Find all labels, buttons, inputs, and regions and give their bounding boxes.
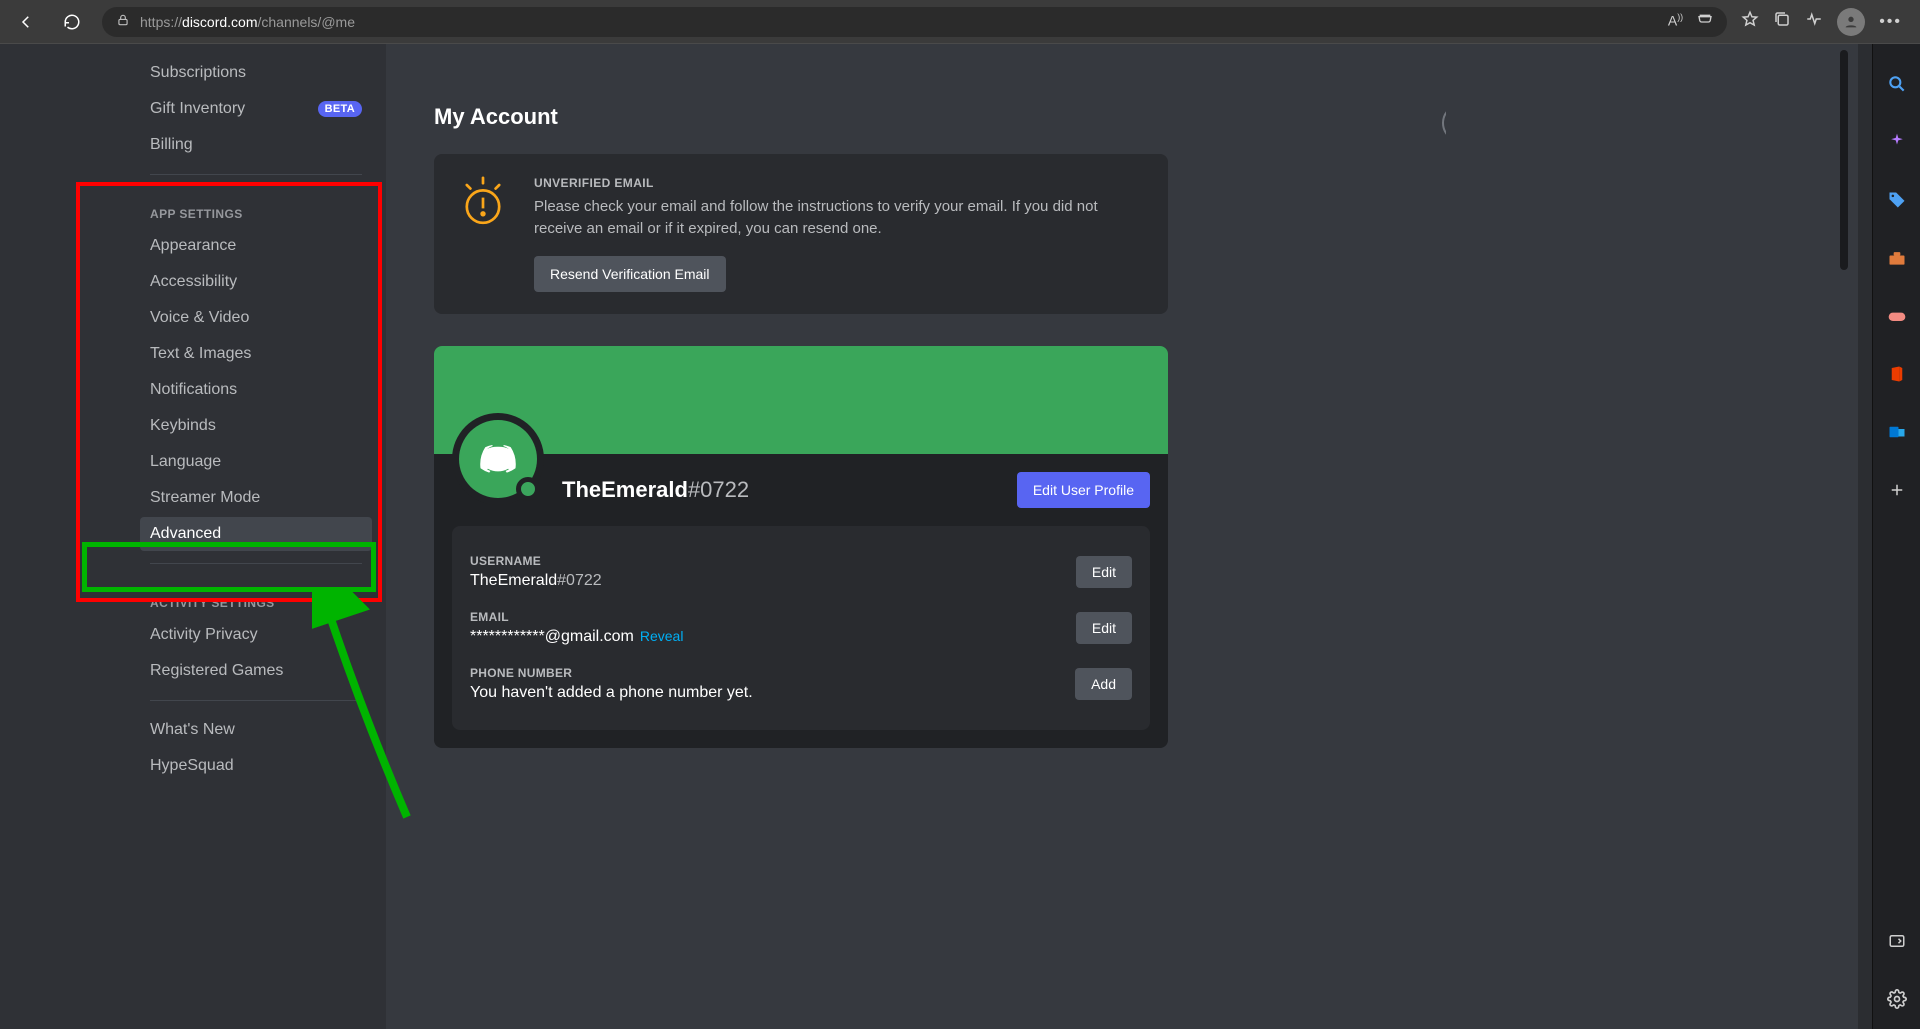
tag-icon[interactable] xyxy=(1881,184,1913,216)
field-phone: PHONE NUMBER You haven't added a phone n… xyxy=(470,656,1132,712)
field-email: EMAIL ************@gmail.comReveal Edit xyxy=(470,600,1132,656)
sidebar-header-app-settings: APP SETTINGS xyxy=(140,187,372,227)
sidebar-item-activity-privacy[interactable]: Activity Privacy xyxy=(140,618,372,652)
office-icon[interactable] xyxy=(1881,358,1913,390)
sidebar-item-notifications[interactable]: Notifications xyxy=(140,373,372,407)
window-scrollbar[interactable] xyxy=(1858,44,1872,1029)
lock-icon xyxy=(116,13,130,30)
close-settings-button[interactable]: ESC xyxy=(1246,104,1446,163)
edit-email-button[interactable]: Edit xyxy=(1076,612,1132,644)
panel-toggle-icon[interactable] xyxy=(1881,925,1913,957)
sidebar-item-language[interactable]: Language xyxy=(140,445,372,479)
username-value: TheEmerald#0722 xyxy=(470,572,602,590)
warning-heading: UNVERIFIED EMAIL xyxy=(534,176,1146,190)
avatar[interactable] xyxy=(452,413,544,505)
email-value: ************@gmail.comReveal xyxy=(470,628,683,646)
account-fields: USERNAME TheEmerald#0722 Edit EMAIL ****… xyxy=(452,526,1150,730)
sidebar-item-accessibility[interactable]: Accessibility xyxy=(140,265,372,299)
browser-side-panel xyxy=(1872,44,1920,1029)
sidebar-item-gift-inventory[interactable]: Gift InventoryBETA xyxy=(140,92,372,126)
email-label: EMAIL xyxy=(470,610,683,624)
sidebar-separator xyxy=(150,563,362,564)
shop-icon[interactable] xyxy=(1697,12,1713,31)
settings-icon[interactable] xyxy=(1881,983,1913,1015)
sidebar-item-voice-video[interactable]: Voice & Video xyxy=(140,301,372,335)
phone-value: You haven't added a phone number yet. xyxy=(470,684,753,702)
read-aloud-icon[interactable]: A)) xyxy=(1668,12,1683,31)
url-text: https://discord.com/channels/@me xyxy=(140,14,355,30)
field-username: USERNAME TheEmerald#0722 Edit xyxy=(470,544,1132,600)
status-indicator xyxy=(516,477,540,501)
sidebar-item-appearance[interactable]: Appearance xyxy=(140,229,372,263)
resend-verification-button[interactable]: Resend Verification Email xyxy=(534,256,726,292)
sidebar-separator xyxy=(150,174,362,175)
sidebar-item-hypesquad[interactable]: HypeSquad xyxy=(140,749,372,783)
games-icon[interactable] xyxy=(1881,300,1913,332)
close-icon xyxy=(1442,104,1446,142)
sidebar-item-text-images[interactable]: Text & Images xyxy=(140,337,372,371)
refresh-button[interactable] xyxy=(56,6,88,38)
profile-card: TheEmerald#0722 Edit User Profile USERNA… xyxy=(434,346,1168,748)
edit-user-profile-button[interactable]: Edit User Profile xyxy=(1017,472,1150,508)
outlook-icon[interactable] xyxy=(1881,416,1913,448)
sidebar-item-registered-games[interactable]: Registered Games xyxy=(140,654,372,688)
warning-icon xyxy=(456,176,510,230)
sidebar-item-billing[interactable]: Billing xyxy=(140,128,372,162)
add-phone-button[interactable]: Add xyxy=(1075,668,1132,700)
content-scrollbar[interactable] xyxy=(1840,50,1848,1023)
unverified-email-card: UNVERIFIED EMAIL Please check your email… xyxy=(434,154,1168,314)
sidebar-item-streamer-mode[interactable]: Streamer Mode xyxy=(140,481,372,515)
sidebar-item-advanced[interactable]: Advanced xyxy=(140,517,372,551)
sidebar-item-keybinds[interactable]: Keybinds xyxy=(140,409,372,443)
address-bar[interactable]: https://discord.com/channels/@me A)) xyxy=(102,7,1727,37)
add-icon[interactable] xyxy=(1881,474,1913,506)
warning-body: Please check your email and follow the i… xyxy=(534,196,1146,240)
sidebar-item-subscriptions[interactable]: Subscriptions xyxy=(140,56,372,90)
profile-banner xyxy=(434,346,1168,454)
sidebar-separator xyxy=(150,700,362,701)
profile-username: TheEmerald#0722 xyxy=(562,459,999,503)
page-title: My Account xyxy=(434,104,1168,130)
sidebar-header-activity-settings: ACTIVITY SETTINGS xyxy=(140,576,372,616)
edit-username-button[interactable]: Edit xyxy=(1076,556,1132,588)
sidebar-item-whats-new[interactable]: What's New xyxy=(140,713,372,747)
back-button[interactable] xyxy=(10,6,42,38)
health-icon[interactable] xyxy=(1805,10,1823,33)
sparkle-icon[interactable] xyxy=(1881,126,1913,158)
settings-sidebar: Subscriptions Gift InventoryBETA Billing… xyxy=(0,44,386,1029)
browser-toolbar: https://discord.com/channels/@me A)) ••• xyxy=(0,0,1920,44)
more-icon[interactable]: ••• xyxy=(1879,13,1902,31)
favorites-icon[interactable] xyxy=(1741,10,1759,33)
settings-content: My Account UNVERIFIED EMAIL Please check… xyxy=(386,44,1858,1029)
profile-avatar[interactable] xyxy=(1837,8,1865,36)
username-label: USERNAME xyxy=(470,554,602,568)
toolbox-icon[interactable] xyxy=(1881,242,1913,274)
beta-badge: BETA xyxy=(318,101,362,117)
reveal-email-link[interactable]: Reveal xyxy=(640,628,684,644)
search-icon[interactable] xyxy=(1881,68,1913,100)
collections-icon[interactable] xyxy=(1773,10,1791,33)
phone-label: PHONE NUMBER xyxy=(470,666,753,680)
